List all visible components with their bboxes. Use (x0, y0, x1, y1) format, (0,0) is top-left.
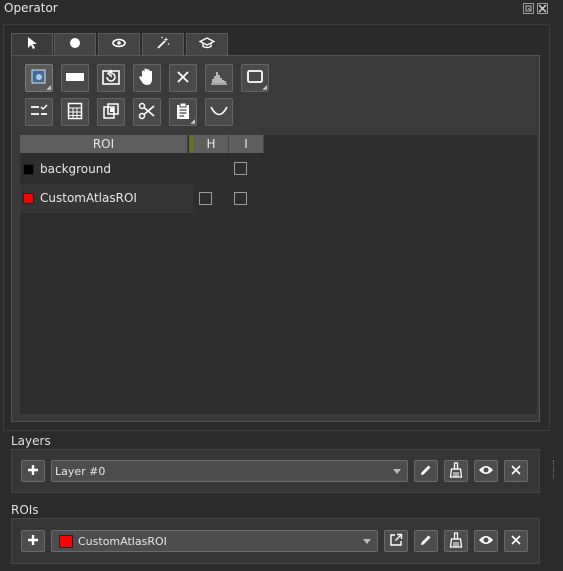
roi-table: ROI H I background CustomAtlasROI (19, 134, 538, 415)
checklist-button[interactable] (25, 98, 53, 126)
add-roi-button[interactable] (21, 530, 45, 552)
edit-layer-button[interactable] (414, 460, 438, 482)
clean-roi-button[interactable] (444, 530, 468, 552)
calculator-button[interactable] (61, 98, 89, 126)
roi-color-swatch (23, 193, 34, 204)
i-checkbox[interactable] (234, 162, 247, 175)
external-link-icon (389, 533, 403, 550)
rois-label: ROIs (11, 503, 39, 517)
square-button[interactable]: ◢ (241, 64, 269, 92)
chevron-down-icon (363, 539, 371, 544)
remove-layer-button[interactable] (504, 460, 528, 482)
chevron-down-icon (393, 469, 401, 474)
pencil-icon (419, 533, 433, 550)
close-icon (510, 534, 522, 549)
close-panel-icon[interactable] (537, 3, 548, 14)
export-roi-button[interactable] (384, 530, 408, 552)
splitter-handle[interactable] (553, 460, 555, 478)
checklist-icon (29, 103, 49, 122)
cursor-icon (26, 36, 38, 53)
h-checkbox[interactable] (199, 192, 212, 205)
roi-row-label: background (40, 162, 111, 176)
toggle-layer-visibility-button[interactable] (474, 460, 498, 482)
broom-icon (449, 461, 463, 481)
bowl-icon (209, 104, 229, 121)
rectangle-icon (65, 71, 85, 86)
roi-row[interactable]: background (20, 155, 537, 184)
panel-title: Operator (4, 1, 58, 15)
pencil-icon (419, 463, 433, 480)
tab-cursor[interactable] (11, 33, 53, 55)
plus-icon (27, 534, 39, 549)
roi-row-label: CustomAtlasROI (40, 191, 137, 205)
roi-color-swatch (23, 164, 34, 175)
circle-icon (69, 37, 81, 52)
copy-icon (102, 102, 120, 123)
paste-button[interactable]: ◢ (169, 98, 197, 126)
rectangle-button[interactable] (61, 64, 89, 92)
i-checkbox[interactable] (234, 192, 247, 205)
square-icon (246, 69, 264, 88)
reset-button[interactable] (97, 64, 125, 92)
column-header-i[interactable]: I (229, 135, 264, 153)
cut-button[interactable] (133, 98, 161, 126)
tab-brush[interactable] (98, 33, 140, 55)
scissors-icon (138, 102, 156, 123)
tab-magic[interactable] (142, 33, 184, 55)
layers-label: Layers (11, 434, 51, 448)
eye-icon (478, 534, 494, 549)
tab-learn[interactable] (186, 33, 228, 55)
roi-select-value: CustomAtlasROI (78, 534, 167, 548)
eye-icon (478, 464, 494, 479)
roi-select[interactable]: CustomAtlasROI (51, 530, 378, 552)
roi-select-icon (30, 68, 48, 89)
close-icon (510, 464, 522, 479)
toggle-roi-visibility-button[interactable] (474, 530, 498, 552)
brush-icon (111, 37, 127, 52)
remove-roi-button[interactable] (504, 530, 528, 552)
edit-roi-button[interactable] (414, 530, 438, 552)
graduation-cap-icon (198, 37, 216, 52)
layer-select[interactable]: Layer #0 (51, 460, 408, 482)
float-icon[interactable] (523, 3, 534, 14)
calculator-icon (67, 102, 83, 123)
roi-select-button[interactable]: ◢ (25, 64, 53, 92)
roi-select-color-swatch (59, 534, 73, 548)
magic-wand-icon (156, 36, 170, 53)
column-header-roi[interactable]: ROI (20, 135, 188, 153)
pan-button[interactable] (133, 64, 161, 92)
delete-button[interactable] (169, 64, 197, 92)
histogram-button[interactable] (205, 64, 233, 92)
bowl-button[interactable] (205, 98, 233, 126)
copy-button[interactable] (97, 98, 125, 126)
add-layer-button[interactable] (21, 460, 45, 482)
reset-icon (101, 68, 121, 89)
hand-icon (138, 67, 156, 90)
clipboard-icon (175, 102, 191, 123)
column-header-h[interactable]: H (194, 135, 229, 153)
roi-row[interactable]: CustomAtlasROI (20, 184, 537, 213)
histogram-icon (209, 69, 229, 88)
broom-icon (449, 531, 463, 551)
clean-layer-button[interactable] (444, 460, 468, 482)
plus-icon (27, 464, 39, 479)
tab-circle[interactable] (54, 33, 96, 55)
layer-select-value: Layer #0 (55, 464, 106, 478)
close-icon (176, 70, 190, 87)
